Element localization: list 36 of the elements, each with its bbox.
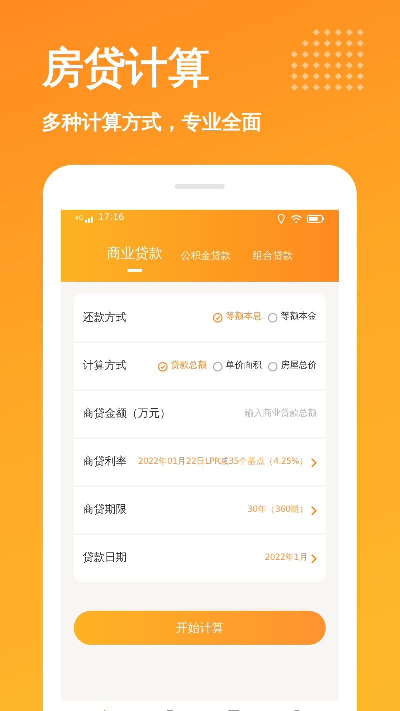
start-calculation-button[interactable]: 开始计算 <box>74 611 326 645</box>
field-label: 计算方式 <box>83 358 127 374</box>
chevron-right-icon <box>311 554 317 564</box>
radio-option[interactable]: 单价面积 <box>213 360 262 374</box>
location-icon <box>278 214 285 224</box>
field-label: 商贷利率 <box>83 454 127 470</box>
loan-type-tab[interactable]: 公积金贷款 <box>177 249 235 273</box>
checked-radio-icon <box>213 313 223 323</box>
field-label: 还款方式 <box>83 310 127 326</box>
field-value[interactable]: 30年（360期） <box>248 504 308 517</box>
amount-input-field[interactable]: 输入商业贷款总额 <box>207 408 317 422</box>
field-value[interactable]: 2022年1月 <box>265 552 308 565</box>
field-label: 商贷金额（万元） <box>83 406 171 422</box>
headline: 房贷计算 <box>42 42 210 94</box>
tab-underline <box>128 269 142 272</box>
radio-option[interactable]: 等额本金 <box>268 311 317 325</box>
loan-type-tab[interactable]: 商业贷款 <box>107 244 163 273</box>
field-label: 商贷期限 <box>83 502 127 518</box>
signal-icon <box>85 216 96 222</box>
radio-icon <box>268 362 278 372</box>
battery-icon <box>307 215 325 223</box>
subtitle: 多种计算方式，专业全面 <box>42 109 262 136</box>
status-time: 17:16 <box>98 212 124 226</box>
radio-option[interactable]: 房屋总价 <box>268 360 317 374</box>
checked-radio-icon <box>158 362 168 372</box>
loan-type-tab[interactable]: 组合贷款 <box>249 249 297 273</box>
radio-icon <box>213 362 223 372</box>
field-label: 贷款日期 <box>83 550 127 566</box>
radio-option[interactable]: 等额本息 <box>213 311 262 325</box>
speaker-slot <box>175 184 225 189</box>
radio-option[interactable]: 贷款总额 <box>158 360 207 374</box>
field-value[interactable]: 2022年01月22日LPR减35个基点（4.25%） <box>138 456 308 469</box>
chevron-right-icon <box>311 458 317 468</box>
wifi-icon <box>291 214 302 224</box>
chevron-right-icon <box>311 506 317 516</box>
radio-icon <box>268 313 278 323</box>
